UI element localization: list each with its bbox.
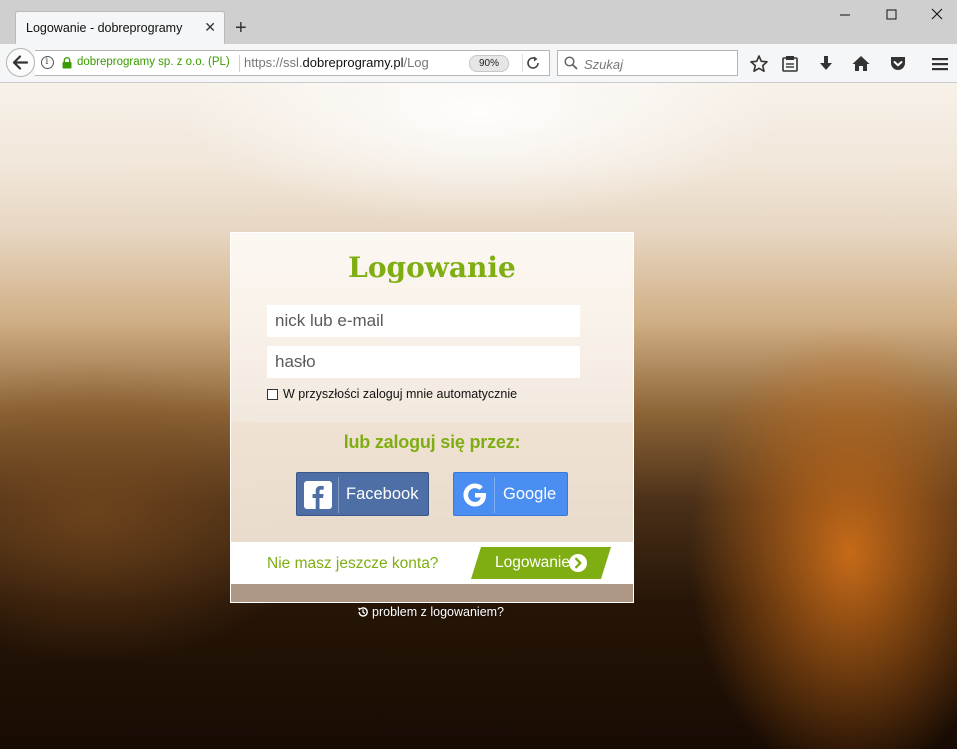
reload-icon [527,56,539,69]
url-prefix: https://ssl. [244,55,303,70]
google-login-button[interactable]: Google [453,472,568,516]
button-divider [494,477,495,513]
search-bar[interactable] [557,50,738,76]
url-domain: dobreprogramy.pl [302,55,404,70]
password-field[interactable] [267,346,580,378]
new-tab-icon[interactable]: + [235,18,247,38]
url-divider [239,55,240,72]
nick-or-email-field[interactable] [267,305,580,337]
back-button[interactable] [6,48,35,77]
close-window-icon [931,8,943,20]
login-panel: Logowanie W przyszłości zaloguj mnie aut… [230,232,634,603]
site-info-icon[interactable] [41,56,54,69]
maximize-icon [886,9,897,20]
window-maximize-button[interactable] [868,4,914,26]
login-problem-label: problem z logowaniem? [372,605,505,619]
panel-footer [231,584,633,602]
facebook-login-label: Facebook [346,485,419,503]
remember-me-checkbox[interactable] [267,389,278,400]
secure-lock-icon [62,57,72,69]
remember-me-label[interactable]: W przyszłości zaloguj mnie automatycznie [283,387,517,401]
address-bar[interactable]: dobreprogramy sp. z o.o. (PL) https://ss… [35,50,550,76]
google-login-label: Google [503,485,557,503]
chevron-right-circle-icon [569,554,587,572]
pocket-icon[interactable] [888,54,908,74]
history-icon [357,607,368,617]
page-background: Logowanie W przyszłości zaloguj mnie aut… [0,83,957,749]
tab-bar: Logowanie - dobreprogramy ✕ + [0,0,957,44]
window-close-button[interactable] [914,4,957,26]
download-icon[interactable] [816,54,836,74]
close-tab-icon[interactable]: ✕ [204,19,216,36]
bookmark-star-icon[interactable] [749,54,769,74]
menu-icon[interactable] [930,54,950,74]
register-strip: Nie masz jeszcze konta? Logowanie [231,542,633,584]
login-submit-button[interactable]: Logowanie [471,547,611,579]
home-icon[interactable] [851,54,871,74]
search-input[interactable] [582,54,736,74]
navigation-toolbar: dobreprogramy sp. z o.o. (PL) https://ss… [0,44,957,83]
page-title: Logowanie [348,251,516,284]
url-suffix: /Log [403,55,429,70]
login-problem-link[interactable]: problem z logowaniem? [357,605,504,619]
google-icon [463,483,486,507]
url-text[interactable]: https://ssl.dobreprogramy.pl/Log [244,55,449,70]
browser-tab[interactable]: Logowanie - dobreprogramy ✕ [15,11,225,44]
back-arrow-icon [12,55,29,70]
reading-list-icon[interactable] [780,54,800,74]
login-submit-label: Logowanie [495,554,570,571]
button-divider [338,477,339,513]
social-login-heading: lub zaloguj się przez: [343,432,521,452]
site-identity[interactable]: dobreprogramy sp. z o.o. (PL) [77,56,230,68]
reload-button[interactable] [522,54,545,72]
search-icon [564,56,578,70]
minimize-icon [840,14,850,16]
window-minimize-button[interactable] [822,4,868,26]
tab-title: Logowanie - dobreprogramy [26,21,183,35]
no-account-text: Nie masz jeszcze konta? [267,555,439,572]
zoom-level-badge[interactable]: 90% [469,55,509,72]
facebook-icon [304,481,332,509]
facebook-login-button[interactable]: Facebook [296,472,429,516]
